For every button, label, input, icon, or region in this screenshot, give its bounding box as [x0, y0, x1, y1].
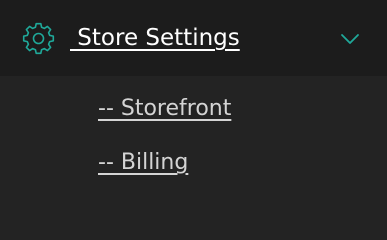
store-settings-label[interactable]: Store Settings — [70, 22, 239, 54]
store-settings-menu: Store Settings -- Storefront -- Billing — [0, 0, 387, 208]
store-settings-menu-header[interactable]: Store Settings — [0, 0, 387, 76]
submenu-item-billing[interactable]: -- Billing — [98, 148, 188, 178]
submenu-item-storefront[interactable]: -- Storefront — [98, 94, 231, 124]
